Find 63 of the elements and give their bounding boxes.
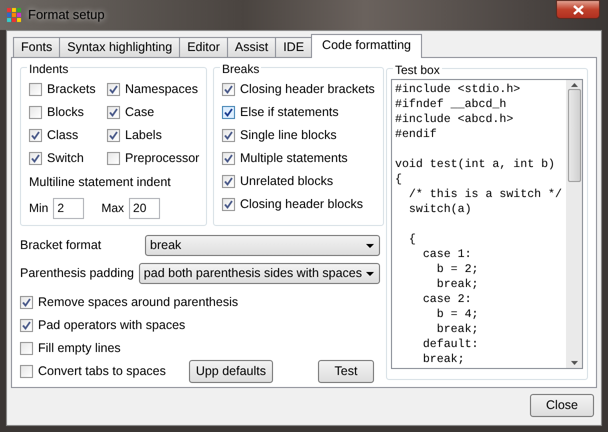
field-label: Multiline statement indent <box>29 174 172 191</box>
checkbox[interactable] <box>107 106 120 119</box>
checkbox[interactable] <box>222 129 235 142</box>
close-button[interactable]: Close <box>530 394 594 417</box>
down-arrow-icon[interactable] <box>570 361 578 365</box>
defaults-button[interactable]: Upp defaults <box>188 360 273 383</box>
field-label: Max <box>101 200 124 218</box>
tab[interactable]: Fonts <box>13 37 60 57</box>
dropdown[interactable]: break <box>145 235 380 256</box>
dropdown[interactable]: pad both parenthesis sides with spaces <box>138 263 380 284</box>
tab[interactable]: IDE <box>275 37 312 57</box>
close-button[interactable] <box>556 0 600 19</box>
checkbox[interactable] <box>107 83 120 96</box>
checkbox[interactable] <box>29 83 42 96</box>
checkbox-label: Convert tabs to spaces <box>38 362 166 380</box>
field-label: Min <box>29 200 48 218</box>
scrollbar[interactable] <box>566 80 582 368</box>
max-field[interactable]: 20 <box>129 198 160 219</box>
checkbox[interactable] <box>20 364 33 378</box>
tab[interactable]: Assist <box>226 37 276 57</box>
checkbox-label: Case <box>125 104 154 122</box>
checkbox[interactable] <box>222 198 235 211</box>
window-title: Format setup <box>28 6 105 24</box>
checkbox[interactable] <box>222 83 235 96</box>
checkbox[interactable] <box>20 318 33 332</box>
checkbox-label: Closing header brackets <box>240 81 375 98</box>
checkbox[interactable] <box>222 106 235 119</box>
checkbox[interactable] <box>29 106 42 119</box>
checkbox-label: Single line blocks <box>240 127 337 144</box>
tab[interactable]: Editor <box>179 37 228 57</box>
checkbox[interactable] <box>20 342 33 355</box>
tab[interactable]: Code formatting <box>311 34 422 58</box>
checkbox-label: Namespaces <box>125 81 198 98</box>
tab[interactable]: Syntax highlighting <box>59 37 180 57</box>
caret-icon <box>366 272 374 276</box>
checkbox[interactable] <box>107 129 120 142</box>
checkbox-label: Unrelated blocks <box>240 173 334 190</box>
checkbox[interactable] <box>222 175 235 188</box>
checkbox-label: Else if statements <box>240 104 339 122</box>
checkbox-label: Labels <box>125 127 162 144</box>
field-label: Parenthesis padding <box>20 265 135 282</box>
test-button[interactable]: Test <box>318 360 374 383</box>
close-icon <box>572 4 584 14</box>
checkbox-label: Brackets <box>47 81 96 98</box>
checkbox-label: Blocks <box>47 104 84 122</box>
up-arrow-icon[interactable] <box>570 83 578 87</box>
checkbox-label: Class <box>47 127 78 144</box>
app-icon <box>6 7 22 23</box>
caret-icon <box>366 244 374 248</box>
checkbox-label: Switch <box>47 150 84 168</box>
checkbox[interactable] <box>20 296 33 309</box>
checkbox-label: Closing header blocks <box>240 196 363 214</box>
field-label: Bracket format <box>20 237 102 254</box>
checkbox[interactable] <box>222 152 235 165</box>
checkbox-label: Preprocessor <box>125 150 200 168</box>
checkbox[interactable] <box>107 152 120 165</box>
checkbox-label: Pad operators with spaces <box>38 316 186 334</box>
checkbox-label: Remove spaces around parenthesis <box>38 294 238 311</box>
min-field[interactable]: 2 <box>53 198 84 219</box>
checkbox-label: Multiple statements <box>240 150 348 168</box>
checkbox[interactable] <box>29 152 42 165</box>
checkbox-label: Fill empty lines <box>38 340 121 357</box>
checkbox[interactable] <box>29 129 42 142</box>
